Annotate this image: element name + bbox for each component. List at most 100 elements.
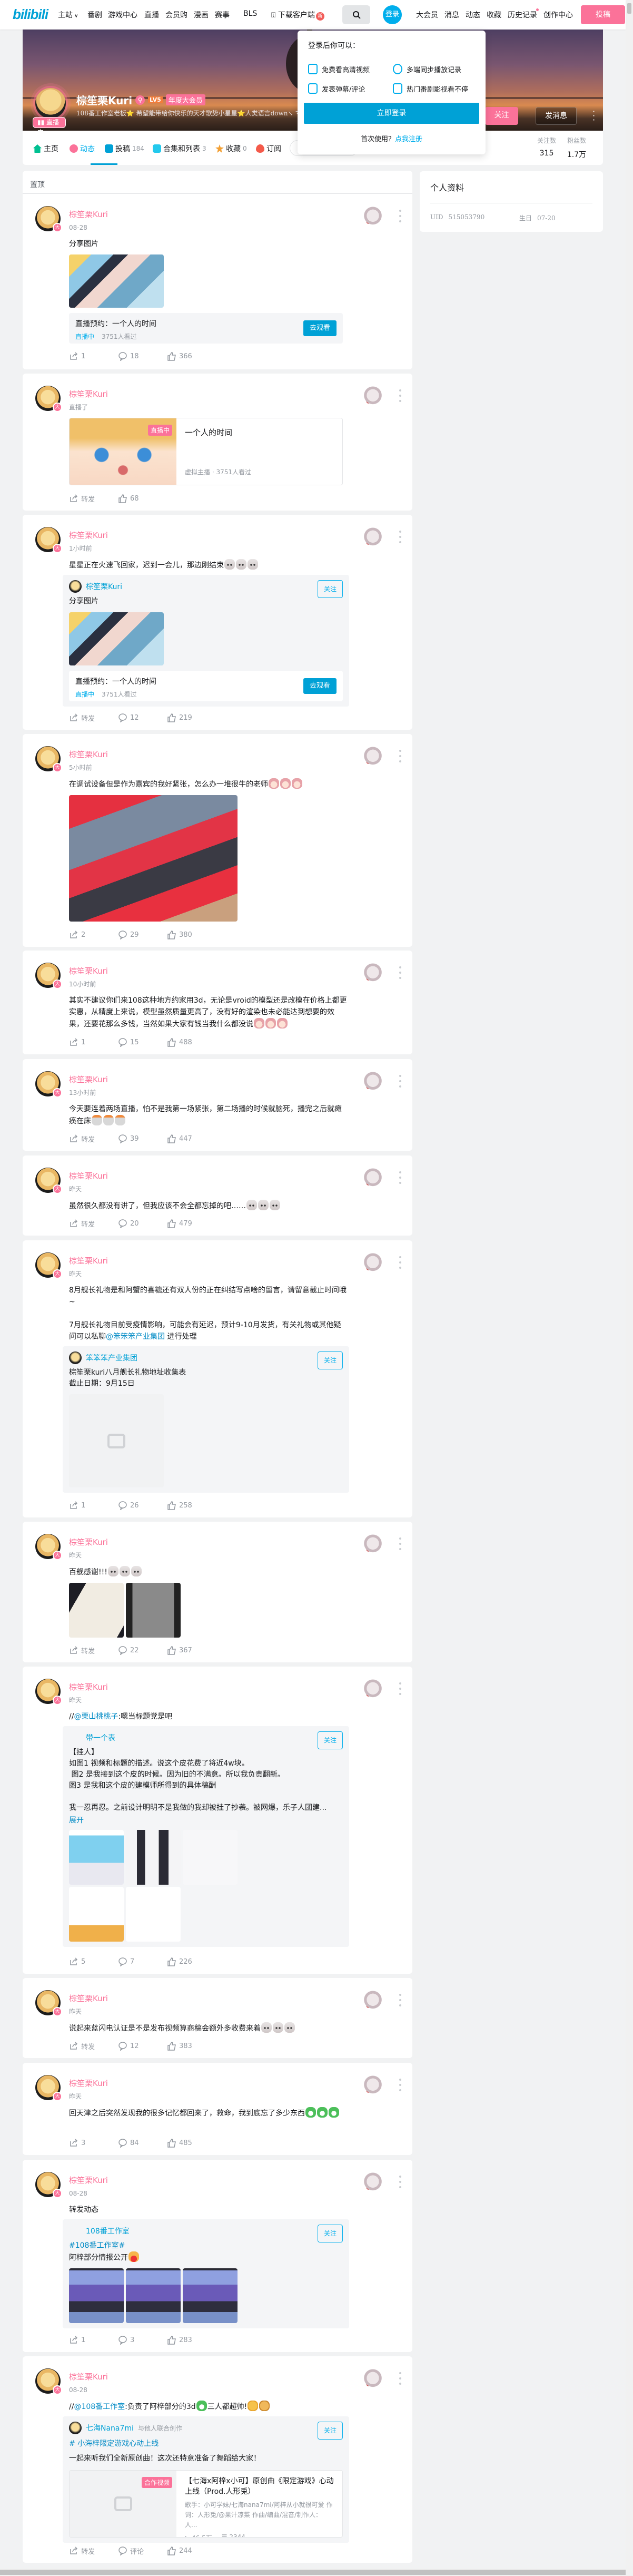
reposted-dynamic[interactable]: 笨笨笨产业集团 关注 棕笙栗kuri八月舰长礼物地址收集表 截止日期：9月15日 <box>63 1346 349 1493</box>
author-name[interactable]: 棕笙栗Kuri <box>69 210 412 219</box>
like-button[interactable]: 68 <box>118 494 167 503</box>
author-name[interactable]: 棕笙栗Kuri <box>69 1682 412 1692</box>
nav-mall[interactable]: 会员购 <box>165 9 187 20</box>
follow-button[interactable]: 关注 <box>318 1731 343 1749</box>
follow-button[interactable]: 关注 <box>485 107 518 125</box>
author-name[interactable]: 棕笙栗Kuri <box>69 1075 412 1084</box>
author-avatar[interactable]: 大 <box>35 2075 62 2101</box>
author-avatar[interactable]: 大 <box>35 963 62 989</box>
horizontal-scrollbar[interactable] <box>0 2569 633 2576</box>
tab-uploads[interactable]: 投稿 184 <box>105 143 144 154</box>
comment-button[interactable]: 84 <box>118 2138 167 2148</box>
author-avatar[interactable]: 大 <box>35 2368 62 2395</box>
like-button[interactable]: 447 <box>167 1134 216 1143</box>
follower-count[interactable]: 粉丝数 1.7万 <box>563 136 590 160</box>
live-reservation-card[interactable]: 直播预约：一个人的时间 直播中 3751人看过 去观看 <box>69 671 343 701</box>
watch-button[interactable]: 去观看 <box>303 678 337 694</box>
like-button[interactable]: 485 <box>167 2138 216 2148</box>
share-button[interactable]: 转发 <box>69 1219 118 1229</box>
author-name[interactable]: 棕笙栗Kuri <box>69 1256 412 1266</box>
author-name[interactable]: 棕笙栗Kuri <box>69 2176 412 2185</box>
share-button[interactable]: 转发 <box>69 2041 118 2051</box>
repost-author-name[interactable]: 七海Nana7mi <box>86 2423 134 2433</box>
follow-button[interactable]: 关注 <box>318 1351 343 1369</box>
share-button[interactable]: 转发 <box>69 2546 118 2556</box>
tab-favorites[interactable]: 收藏 0 <box>215 143 247 154</box>
nav-esports[interactable]: 赛事 <box>215 9 230 20</box>
nav-live[interactable]: 直播 <box>144 9 159 20</box>
author-name[interactable]: 棕笙栗Kuri <box>69 2079 412 2088</box>
post-image[interactable] <box>126 1887 181 1942</box>
tab-subscriptions[interactable]: 订阅 <box>256 143 281 154</box>
post-image[interactable] <box>69 795 238 922</box>
expand-link[interactable]: 展开 <box>69 1815 343 1825</box>
like-button[interactable]: 219 <box>167 713 216 722</box>
nav-bls[interactable]: BLS <box>243 9 257 18</box>
comment-button[interactable]: 12 <box>118 713 167 722</box>
follow-button[interactable]: 关注 <box>318 2422 343 2440</box>
comment-button[interactable]: 39 <box>118 1134 167 1143</box>
nav-favorites[interactable]: 收藏 <box>487 9 501 20</box>
nav-dynamics[interactable]: 动态 <box>466 9 480 20</box>
share-button[interactable]: 1 <box>69 2335 118 2345</box>
author-name[interactable]: 棕笙栗Kuri <box>69 389 412 399</box>
repost-author-avatar[interactable] <box>69 2422 82 2434</box>
reposted-dynamic[interactable]: 七海Nana7mi 与他人联合创作 关注 # 小海梓限定游戏心动上线 一起来听我们全新原… <box>63 2416 349 2543</box>
author-name[interactable]: 棕笙栗Kuri <box>69 1994 412 2003</box>
more-options-icon[interactable] <box>399 389 402 402</box>
like-button[interactable]: 488 <box>167 1037 216 1047</box>
author-name[interactable]: 棕笙栗Kuri <box>69 750 412 759</box>
scrollbar-thumb[interactable] <box>0 2570 626 2575</box>
reposted-dynamic[interactable]: 带一个表 关注 【挂人】 如图1 视频和标题的描述。说这个皮花费了将近4w块。 图2… <box>63 1726 349 1947</box>
share-button[interactable]: 转发 <box>69 1645 118 1656</box>
nav-game-center[interactable]: 游戏中心 <box>108 9 137 20</box>
share-button[interactable]: 1 <box>69 351 118 361</box>
bilibili-logo[interactable]: bilibili <box>13 6 48 23</box>
like-button[interactable]: 366 <box>167 351 216 361</box>
author-avatar[interactable]: 大 <box>35 1168 62 1194</box>
scrollbar-thumb[interactable] <box>627 3 631 14</box>
search-button[interactable] <box>342 5 370 24</box>
comment-button[interactable]: 评论 <box>118 2546 167 2556</box>
nav-vip[interactable]: 大会员 <box>416 9 438 20</box>
like-button[interactable]: 479 <box>167 1219 216 1228</box>
post-image[interactable] <box>69 1583 124 1638</box>
share-button[interactable]: 3 <box>69 2138 118 2148</box>
tab-collections[interactable]: 合集和列表 3 <box>153 143 206 154</box>
post-image[interactable] <box>183 2268 238 2323</box>
comment-button[interactable]: 26 <box>118 1501 167 1510</box>
post-image[interactable] <box>69 1394 164 1487</box>
like-button[interactable]: 283 <box>167 2335 216 2345</box>
like-button[interactable]: 383 <box>167 2041 216 2051</box>
like-button[interactable]: 226 <box>167 1957 216 1966</box>
author-avatar[interactable]: 大 <box>35 386 62 412</box>
nav-creator-center[interactable]: 创作中心 <box>543 9 573 20</box>
post-image[interactable] <box>126 1583 181 1638</box>
repost-author-name[interactable]: 笨笨笨产业集团 <box>86 1353 137 1363</box>
repost-author-name[interactable]: 108番工作室 <box>86 2226 130 2236</box>
login-avatar-button[interactable]: 登录 <box>383 5 402 24</box>
more-options-icon[interactable] <box>399 1171 402 1184</box>
mention-link[interactable]: #108番工作室# <box>69 2241 125 2250</box>
login-now-button[interactable]: 立即登录 <box>304 103 479 124</box>
vertical-scrollbar[interactable] <box>626 0 633 2569</box>
more-options-icon[interactable] <box>399 1075 402 1088</box>
comment-button[interactable]: 7 <box>118 1957 167 1966</box>
mention-link[interactable]: @笨笨笨产业集团 <box>106 1333 165 1341</box>
topic-link[interactable]: # 小海梓限定游戏心动上线 <box>69 2438 332 2450</box>
comment-button[interactable]: 22 <box>118 1645 167 1655</box>
author-avatar[interactable]: 大 <box>35 1071 62 1098</box>
more-options-icon[interactable] <box>399 1994 402 2006</box>
comment-button[interactable]: 12 <box>118 2041 167 2051</box>
reposted-dynamic[interactable]: 棕笙栗Kuri 关注 分享图片 直播预约：一个人的时间 直播中 3751人看过 去观看 <box>63 575 349 707</box>
more-options-icon[interactable] <box>399 1682 402 1695</box>
comment-button[interactable]: 20 <box>118 1219 167 1228</box>
live-reservation-card[interactable]: 直播预约：一个人的时间 直播中 3751人看过 去观看 <box>69 313 343 344</box>
like-button[interactable]: 367 <box>167 1645 216 1655</box>
follow-button[interactable]: 关注 <box>318 2225 343 2242</box>
register-link[interactable]: 点我注册 <box>395 135 422 143</box>
like-button[interactable]: 380 <box>167 930 216 939</box>
tab-dynamics[interactable]: 动态 <box>70 143 95 154</box>
more-options-icon[interactable] <box>399 531 402 543</box>
more-options-icon[interactable] <box>399 1256 402 1269</box>
